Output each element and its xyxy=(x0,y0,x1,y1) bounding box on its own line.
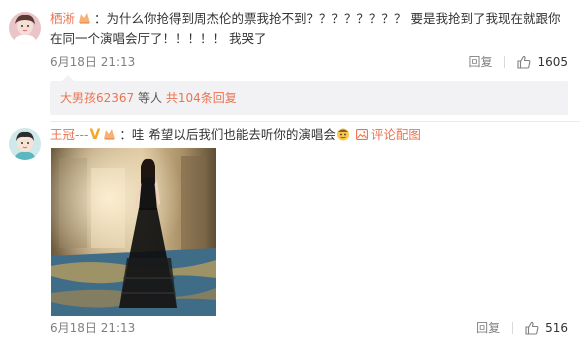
comment-item: 栖淅 ：为什么你抢得到周杰伦的票我抢不到？？？？？？？？ 要是我抢到了我现在就跟… xyxy=(0,0,580,122)
action-divider xyxy=(512,322,514,334)
comment-meta: 6月18日 21:13 回复 516 xyxy=(50,319,568,337)
comment-actions: 回复 1605 xyxy=(468,53,568,71)
view-all-replies-link[interactable]: 共104条回复 xyxy=(166,91,237,105)
sub-reply-user-link[interactable]: 大男孩62367 xyxy=(60,91,134,105)
sub-replies-summary: 大男孩62367 等人 共104条回复 xyxy=(60,91,237,105)
reply-button[interactable]: 回复 xyxy=(476,319,500,337)
avatar[interactable] xyxy=(9,12,41,44)
username-link[interactable]: 王冠--- xyxy=(50,127,89,142)
comment-time: 6月18日 21:13 xyxy=(50,321,136,335)
sub-replies-box[interactable]: 大男孩62367 等人 共104条回复 xyxy=(50,75,568,115)
reply-button[interactable]: 回复 xyxy=(468,53,492,71)
fan-badge-icon xyxy=(104,129,116,140)
comment-text: ：哇 希望以后我们也能去听你的演唱会 xyxy=(119,127,336,142)
like-icon[interactable] xyxy=(525,321,539,335)
comment-meta: 6月18日 21:13 回复 1605 xyxy=(50,53,568,71)
fan-badge-icon xyxy=(79,13,91,24)
comment-photo[interactable] xyxy=(51,148,216,316)
like-count: 1605 xyxy=(537,55,568,69)
verified-v-icon: V xyxy=(89,127,101,143)
username-link[interactable]: 栖淅 xyxy=(50,11,75,26)
like-count: 516 xyxy=(545,321,568,335)
like-icon[interactable] xyxy=(517,55,531,69)
comment-actions: 回复 516 xyxy=(476,319,568,337)
comment-body: 栖淅 ：为什么你抢得到周杰伦的票我抢不到？？？？？？？？ 要是我抢到了我现在就跟… xyxy=(50,9,568,49)
comment-text: ：为什么你抢得到周杰伦的票我抢不到？？？？？？？？ 要是我抢到了我现在就跟你在同… xyxy=(50,11,561,46)
comment-item: 王冠---V ：哇 希望以后我们也能去听你的演唱会 评论配图 6月18日 21:… xyxy=(0,122,580,346)
avatar[interactable] xyxy=(9,128,41,160)
action-divider xyxy=(504,56,506,68)
comment-time: 6月18日 21:13 xyxy=(50,55,136,69)
emoji-icon xyxy=(336,128,349,141)
comment-body: 王冠---V ：哇 希望以后我们也能去听你的演唱会 评论配图 xyxy=(50,125,568,145)
view-comment-picture-link[interactable]: 评论配图 xyxy=(355,127,421,142)
picture-icon xyxy=(355,129,368,140)
